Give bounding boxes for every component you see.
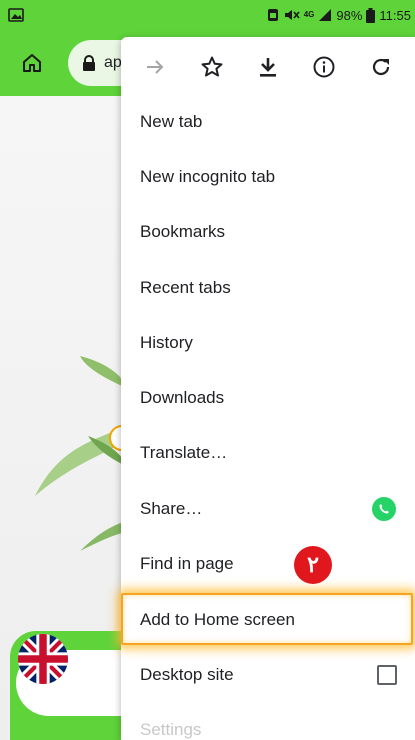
menu-item-new-incognito-tab[interactable]: New incognito tab [121, 149, 415, 204]
battery-percent: 98% [336, 7, 363, 23]
menu-item-add-to-home-screen[interactable]: Add to Home screen [121, 592, 415, 647]
menu-item-share[interactable]: Share… [121, 481, 415, 536]
uk-flag-icon[interactable] [18, 634, 68, 684]
step-number: ٢ [307, 552, 319, 577]
network-4g-icon: 4G [304, 11, 315, 19]
sim-icon [266, 8, 280, 22]
forward-button[interactable] [135, 47, 175, 87]
url-text: ap [104, 54, 122, 71]
menu-item-label: New tab [140, 111, 203, 131]
bookmark-star-button[interactable] [192, 47, 232, 87]
download-icon [259, 58, 276, 77]
menu-icon-row [121, 37, 415, 97]
menu-item-label: Share… [140, 498, 203, 518]
menu-item-label: Add to Home screen [140, 609, 295, 629]
refresh-icon [372, 58, 389, 76]
plant-image [35, 356, 130, 551]
forward-arrow-icon [147, 60, 164, 74]
menu-item-recent-tabs[interactable]: Recent tabs [121, 260, 415, 315]
step-number-badge: ٢ [294, 546, 332, 584]
menu-item-desktop-site[interactable]: Desktop site [121, 647, 415, 702]
network-label: 4G [303, 10, 315, 19]
star-icon [201, 56, 223, 77]
menu-item-downloads[interactable]: Downloads [121, 370, 415, 425]
info-icon [313, 56, 335, 78]
signal-icon [318, 8, 332, 22]
gallery-notification-icon [8, 8, 24, 22]
clock: 11:55 [379, 7, 411, 23]
menu-item-label: New incognito tab [140, 166, 276, 186]
refresh-button[interactable] [361, 47, 401, 87]
whatsapp-icon[interactable] [371, 496, 397, 522]
battery-icon [366, 7, 376, 23]
status-left [8, 8, 24, 22]
menu-item-new-tab[interactable]: New tab [121, 94, 415, 149]
menu-item-label: Find in page [140, 553, 234, 573]
download-page-button[interactable] [248, 47, 288, 87]
menu-item-translate[interactable]: Translate… [121, 425, 415, 480]
mute-icon [284, 8, 300, 22]
browser-overflow-menu: New tab New incognito tab Bookmarks Rece… [121, 37, 415, 740]
menu-item-label: Translate… [140, 442, 228, 462]
menu-item-bookmarks[interactable]: Bookmarks [121, 204, 415, 259]
menu-item-label: History [140, 332, 193, 352]
menu-item-settings[interactable]: Settings [121, 702, 415, 740]
checkbox-box [377, 664, 397, 685]
status-right: 4G 98% 11:55 [266, 7, 411, 23]
lock-icon [83, 55, 95, 71]
status-bar: 4G 98% 11:55 [0, 0, 415, 30]
desktop-site-checkbox[interactable] [377, 664, 397, 685]
home-icon [23, 54, 41, 72]
menu-item-label: Desktop site [140, 664, 234, 684]
home-button[interactable] [12, 43, 52, 83]
menu-item-label: Downloads [140, 387, 225, 407]
menu-item-label: Recent tabs [140, 277, 231, 297]
menu-item-history[interactable]: History [121, 315, 415, 370]
page-info-button[interactable] [304, 47, 344, 87]
menu-item-find-in-page[interactable]: Find in page [121, 536, 415, 591]
menu-item-label: Settings [140, 719, 202, 739]
menu-item-label: Bookmarks [140, 221, 226, 241]
